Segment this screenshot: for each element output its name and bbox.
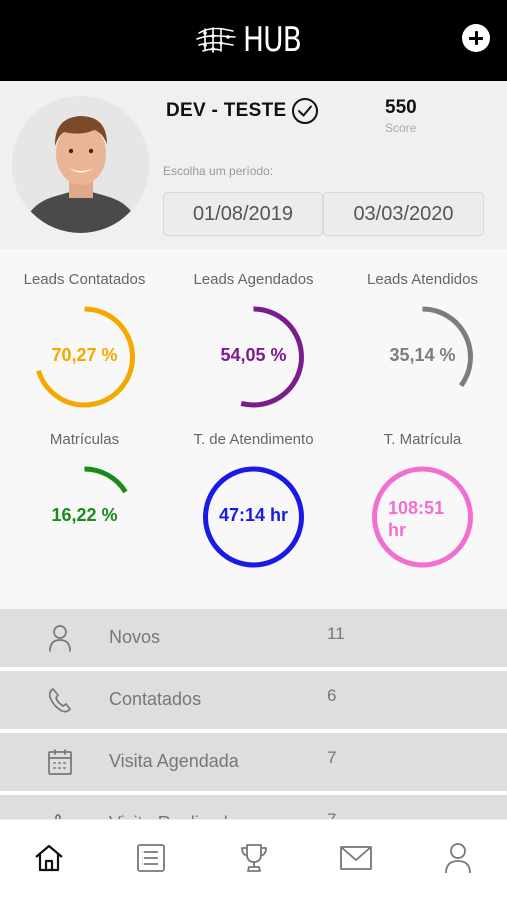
stat-card: Matrículas 16,22 % [0,431,169,581]
brain-logo-icon [196,27,236,53]
phone-icon [48,688,71,713]
profile-nav-button[interactable] [440,840,476,876]
stat-card: Leads Contatados 70,27 % [0,271,169,421]
list-nav-button[interactable] [133,840,169,876]
stat-card: Leads Atendidos 35,14 % [338,271,507,421]
ranking-nav-button[interactable] [236,840,272,876]
score-label: Score [385,121,417,135]
list-item-count: 7 [327,810,336,819]
period-label: Escolha um período: [163,164,274,178]
user-name: DEV - TESTE [166,100,287,121]
stat-value: 108:51 hr [388,498,445,540]
stat-value: 70,27 % [51,345,118,365]
list-item[interactable]: Novos 11 [0,609,507,667]
add-button[interactable] [462,24,490,52]
list-item[interactable]: Visita Agendada 7 [0,733,507,791]
list-item-label: Novos [109,627,161,647]
stat-value: 16,22 % [51,505,118,525]
lead-status-list: Novos11Contatados6Visita Agendada7Visita… [0,609,507,819]
stat-card: T. Matrícula 108:51 hr [338,431,507,581]
trophy-icon [241,844,267,872]
avatar [12,96,149,233]
stat-value: 47:14 hr [218,505,289,525]
app-logo: HUB [195,20,314,60]
calendar-icon [48,749,72,775]
end-date-field[interactable]: 03/03/2020 [323,192,484,236]
profile-icon [445,843,471,874]
logo-text: HUB [243,20,302,60]
mail-icon [340,846,372,870]
messages-nav-button[interactable] [338,840,374,876]
list-item-count: 11 [327,624,345,643]
list-item[interactable]: Visita Realizada7 [0,795,507,819]
bottom-nav [0,819,507,900]
start-date-field[interactable]: 01/08/2019 [163,192,323,236]
stat-card: Leads Agendados 54,05 % [169,271,338,421]
home-nav-button[interactable] [31,840,67,876]
list-icon [137,844,165,872]
list-item[interactable]: Contatados 6 [0,671,507,729]
list-item-count: 6 [327,686,337,705]
stat-value: 35,14 % [389,345,456,365]
user-icon [49,625,71,652]
app-header: HUB [0,0,507,81]
stat-card: T. de Atendimento 47:14 hr [169,431,338,581]
home-icon [35,844,63,872]
score-value: 550 [385,97,417,118]
stats-panel: Leads Contatados 70,27 % Leads Agendados 54… [0,249,507,609]
verified-check-icon [292,98,318,124]
list-item-count: 7 [327,748,337,767]
hand-icon [55,814,61,819]
list-item-label: Visita Agendada [109,751,239,771]
stat-value: 54,05 % [220,345,287,365]
profile-section: DEV - TESTE 550 Score Escolha um período… [0,81,507,249]
list-item-label: Contatados [109,689,202,709]
